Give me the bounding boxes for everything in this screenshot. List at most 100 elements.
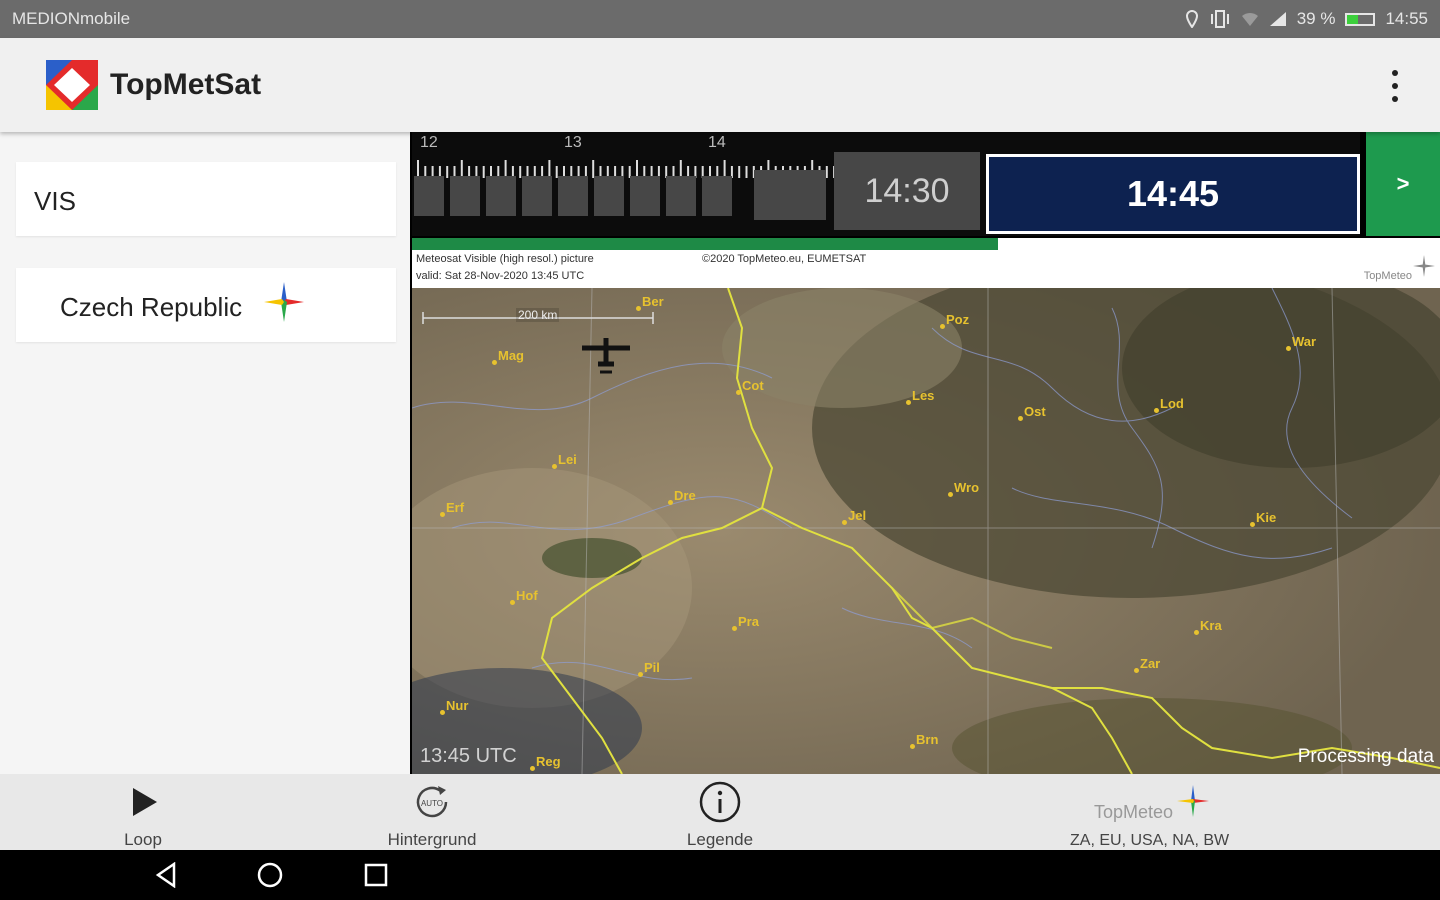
more-vert-icon[interactable] bbox=[1380, 66, 1410, 106]
topmetsat-logo bbox=[46, 60, 98, 110]
city-marker bbox=[636, 306, 641, 311]
frame-slot[interactable] bbox=[702, 176, 732, 216]
map-area: 12 13 14 14:30 14:45 > Meteosat Visible … bbox=[410, 132, 1440, 774]
loop-button[interactable]: Loop bbox=[88, 774, 198, 850]
city-label: Mag bbox=[498, 348, 524, 363]
hour-label: 12 bbox=[420, 134, 438, 151]
frame-slot[interactable] bbox=[594, 176, 624, 216]
status-icons: 39 % 14:55 bbox=[1185, 9, 1428, 29]
scale-label: 200 km bbox=[516, 308, 560, 322]
city-label: Zar bbox=[1140, 656, 1161, 671]
location-icon bbox=[1185, 10, 1198, 28]
frame-slot[interactable] bbox=[450, 176, 480, 216]
background-button[interactable]: AUTO Hintergrund bbox=[372, 774, 492, 850]
frame-current[interactable]: 14:45 bbox=[986, 154, 1360, 234]
play-icon bbox=[133, 788, 157, 816]
region-selector[interactable]: Czech Republic bbox=[16, 268, 396, 342]
city-marker bbox=[842, 520, 847, 525]
city-marker bbox=[440, 710, 445, 715]
hour-label: 14 bbox=[708, 134, 726, 151]
carrier-name: MEDIONmobile bbox=[12, 9, 131, 28]
city-label: Pra bbox=[738, 614, 759, 629]
city-label: Hof bbox=[516, 588, 538, 603]
background-label: Hintergrund bbox=[387, 830, 477, 849]
city-marker bbox=[736, 390, 741, 395]
vibrate-icon bbox=[1210, 10, 1229, 28]
legend-button[interactable]: Legende bbox=[670, 774, 770, 850]
valid-time: valid: Sat 28-Nov-2020 13:45 UTC bbox=[416, 270, 585, 282]
frame-slot[interactable] bbox=[558, 176, 588, 216]
load-progress bbox=[412, 238, 1440, 250]
city-label: Brn bbox=[916, 732, 939, 747]
wifi-icon bbox=[1241, 12, 1258, 26]
timeline[interactable]: 12 13 14 14:30 14:45 bbox=[412, 132, 1360, 236]
bottom-toolbar: Loop AUTO Hintergrund Legende TopMeteo Z… bbox=[0, 774, 1440, 850]
back-icon[interactable] bbox=[154, 862, 180, 888]
selection-panel: VIS Czech Republic bbox=[0, 132, 410, 774]
compass-star-icon bbox=[1413, 255, 1435, 277]
signal-icon bbox=[1269, 12, 1286, 26]
city-marker bbox=[1018, 416, 1023, 421]
frame-slot[interactable] bbox=[486, 176, 516, 216]
topmeteo-brand: TopMeteo bbox=[1094, 802, 1174, 822]
battery-icon bbox=[1345, 12, 1376, 26]
frame-slot[interactable] bbox=[630, 176, 660, 216]
city-marker bbox=[910, 744, 915, 749]
app-title: TopMetSat bbox=[110, 68, 262, 101]
city-label: War bbox=[1292, 334, 1317, 349]
battery-percent: 39 % bbox=[1296, 9, 1336, 28]
region-list: ZA, EU, USA, NA, BW bbox=[1070, 832, 1230, 849]
svg-text:AUTO: AUTO bbox=[421, 799, 443, 808]
map-info: Meteosat Visible (high resol.) picture v… bbox=[412, 250, 1440, 288]
copyright: ©2020 TopMeteo.eu, EUMETSAT bbox=[702, 253, 867, 265]
frame-slot[interactable] bbox=[414, 176, 444, 216]
city-marker bbox=[492, 360, 497, 365]
city-marker bbox=[638, 672, 643, 677]
satellite-image[interactable]: 200 km Ber Poz Mag War Cot Les Ost Lod Lei Dre Wro… bbox=[412, 288, 1440, 774]
city-label: Kra bbox=[1200, 618, 1222, 633]
map-brand: TopMeteo bbox=[1363, 270, 1412, 282]
city-marker bbox=[552, 464, 557, 469]
city-label: Jel bbox=[848, 508, 867, 523]
city-marker bbox=[440, 512, 445, 517]
city-label: Poz bbox=[946, 312, 970, 327]
home-icon[interactable] bbox=[257, 862, 283, 888]
compass-star-icon bbox=[264, 282, 304, 322]
city-label: Les bbox=[912, 388, 935, 403]
city-label: Ost bbox=[1024, 404, 1046, 419]
map-timestamp: 13:45 UTC bbox=[420, 745, 517, 767]
airplane-icon bbox=[582, 338, 630, 374]
frame-slot[interactable] bbox=[522, 176, 552, 216]
hour-label: 13 bbox=[564, 134, 582, 151]
clock: 14:55 bbox=[1385, 9, 1428, 28]
region-label: Czech Republic bbox=[60, 292, 243, 322]
system-nav-bar bbox=[0, 850, 1440, 900]
city-label: Erf bbox=[446, 500, 465, 515]
city-label: Wro bbox=[954, 480, 980, 495]
product-selector[interactable]: VIS bbox=[16, 162, 396, 236]
city-marker bbox=[668, 500, 673, 505]
frame-previous[interactable]: 14:30 bbox=[834, 152, 980, 230]
city-label: Lod bbox=[1160, 396, 1184, 411]
frame-slot[interactable] bbox=[754, 170, 826, 220]
city-marker bbox=[948, 492, 953, 497]
city-label: Dre bbox=[674, 488, 696, 503]
city-label: Kie bbox=[1256, 510, 1277, 525]
city-marker bbox=[510, 600, 515, 605]
city-label: Lei bbox=[558, 452, 577, 467]
next-frame-button[interactable]: > bbox=[1366, 132, 1440, 236]
city-label: Ber bbox=[642, 294, 664, 309]
processing-status: Processing data bbox=[1297, 746, 1434, 767]
city-marker bbox=[1250, 522, 1255, 527]
satellite-background bbox=[412, 288, 1440, 774]
city-marker bbox=[1194, 630, 1199, 635]
city-label: Reg bbox=[536, 754, 561, 769]
status-bar: MEDIONmobile 39 % 14:55 bbox=[0, 0, 1440, 38]
city-marker bbox=[1154, 408, 1159, 413]
city-marker bbox=[530, 766, 535, 771]
city-marker bbox=[1134, 668, 1139, 673]
recents-icon[interactable] bbox=[363, 862, 389, 888]
city-label: Pil bbox=[644, 660, 660, 675]
region-switcher[interactable]: TopMeteo ZA, EU, USA, NA, BW bbox=[1040, 774, 1260, 850]
frame-slot[interactable] bbox=[666, 176, 696, 216]
